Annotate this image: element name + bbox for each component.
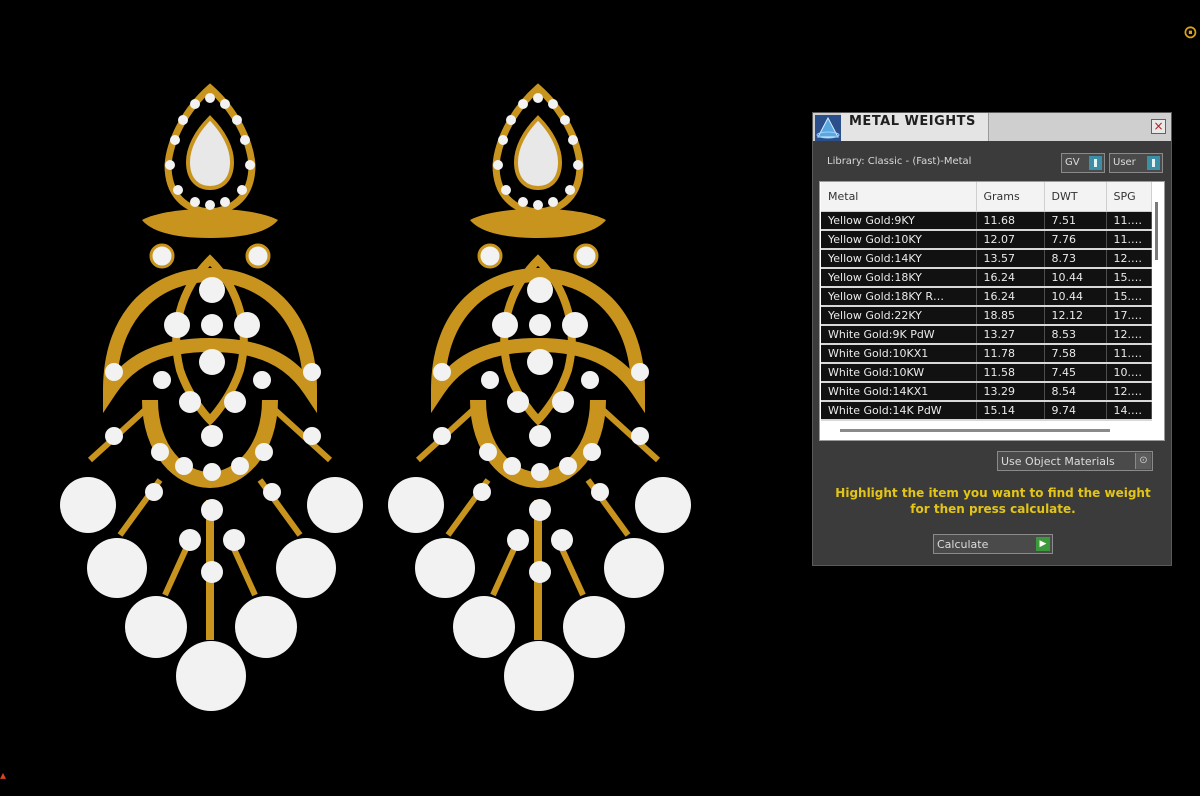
orbit-icon[interactable]: ⊙ bbox=[1183, 22, 1198, 43]
close-icon[interactable]: × bbox=[1151, 119, 1166, 134]
metal-cell: Yellow Gold:22KY bbox=[821, 306, 977, 326]
spg-cell: 14.37 bbox=[1106, 401, 1152, 421]
column-header-spg[interactable]: SPG bbox=[1106, 182, 1152, 212]
toggle-icon bbox=[1089, 156, 1102, 170]
grams-cell: 12.07 bbox=[976, 230, 1045, 250]
horizontal-scrollbar[interactable] bbox=[840, 429, 1110, 432]
grams-cell: 13.57 bbox=[976, 249, 1045, 269]
table-row[interactable]: Yellow Gold:9KY 11.68 7.51 11.08 bbox=[821, 211, 1152, 231]
spg-cell: 15.41 bbox=[1106, 268, 1152, 288]
table-row[interactable]: White Gold:14K PdW 15.14 9.74 14.37 bbox=[821, 401, 1152, 421]
metal-cell: White Gold:10KW bbox=[821, 363, 977, 383]
spg-cell: 11.08 bbox=[1106, 211, 1152, 231]
metal-table-container[interactable]: Metal Grams DWT SPG Yellow Gold:9KY 11.68… bbox=[819, 181, 1165, 441]
metal-cell: White Gold:10KX1 bbox=[821, 344, 977, 364]
earring-render-right bbox=[388, 83, 691, 711]
user-toggle-label: User bbox=[1113, 157, 1136, 168]
earring-model bbox=[60, 83, 363, 711]
dwt-cell: 7.51 bbox=[1044, 211, 1107, 231]
table-row[interactable]: Yellow Gold:22KY 18.85 12.12 17.89 bbox=[821, 306, 1152, 326]
metal-weights-table: Metal Grams DWT SPG Yellow Gold:9KY 11.68… bbox=[821, 182, 1152, 421]
metal-weights-panel: METAL WEIGHTS × Library: Classic - (Fast… bbox=[812, 112, 1172, 566]
table-row[interactable]: White Gold:10KX1 11.78 7.58 11.18 bbox=[821, 344, 1152, 364]
grams-cell: 16.24 bbox=[976, 268, 1045, 288]
spg-cell: 12.88 bbox=[1106, 249, 1152, 269]
panel-title: METAL WEIGHTS bbox=[849, 114, 976, 129]
table-row[interactable]: Yellow Gold:18KY R… 16.24 10.44 15.41 bbox=[821, 287, 1152, 307]
play-icon: ▶ bbox=[1036, 537, 1050, 551]
dwt-cell: 12.12 bbox=[1044, 306, 1107, 326]
column-header-dwt[interactable]: DWT bbox=[1044, 182, 1107, 212]
library-label: Library: Classic - (Fast)-Metal bbox=[827, 156, 972, 167]
chevron-down-icon[interactable]: ⊙ bbox=[1135, 453, 1151, 469]
grams-cell: 18.85 bbox=[976, 306, 1045, 326]
metal-cell: White Gold:14K PdW bbox=[821, 401, 977, 421]
dwt-cell: 10.44 bbox=[1044, 268, 1107, 288]
dwt-cell: 9.74 bbox=[1044, 401, 1107, 421]
spg-cell: 12.59 bbox=[1106, 325, 1152, 345]
grams-cell: 16.24 bbox=[976, 287, 1045, 307]
earring-render-left bbox=[60, 83, 363, 711]
grams-cell: 11.78 bbox=[976, 344, 1045, 364]
spg-cell: 12.61 bbox=[1106, 382, 1152, 402]
table-row[interactable]: White Gold:9K PdW 13.27 8.53 12.59 bbox=[821, 325, 1152, 345]
table-row[interactable]: Yellow Gold:18KY 16.24 10.44 15.41 bbox=[821, 268, 1152, 288]
grams-cell: 15.14 bbox=[976, 401, 1045, 421]
toggle-icon bbox=[1147, 156, 1160, 170]
pyramid-logo-icon bbox=[815, 115, 841, 141]
column-header-grams[interactable]: Grams bbox=[976, 182, 1045, 212]
dwt-cell: 7.76 bbox=[1044, 230, 1107, 250]
material-source-label: Use Object Materials bbox=[1001, 455, 1115, 468]
spg-cell: 15.41 bbox=[1106, 287, 1152, 307]
metal-cell: Yellow Gold:14KY bbox=[821, 249, 977, 269]
grams-cell: 13.29 bbox=[976, 382, 1045, 402]
grams-cell: 11.58 bbox=[976, 363, 1045, 383]
spg-cell: 10.99 bbox=[1106, 363, 1152, 383]
column-header-metal[interactable]: Metal bbox=[821, 182, 977, 212]
metal-cell: Yellow Gold:18KY R… bbox=[821, 287, 977, 307]
grams-cell: 13.27 bbox=[976, 325, 1045, 345]
spg-cell: 17.89 bbox=[1106, 306, 1152, 326]
material-source-dropdown[interactable]: Use Object Materials ⊙ bbox=[997, 451, 1153, 471]
earring-model bbox=[388, 83, 691, 711]
table-row[interactable]: White Gold:10KW 11.58 7.45 10.99 bbox=[821, 363, 1152, 383]
table-row[interactable]: White Gold:14KX1 13.29 8.54 12.61 bbox=[821, 382, 1152, 402]
calculate-label: Calculate bbox=[937, 538, 989, 551]
dwt-cell: 8.53 bbox=[1044, 325, 1107, 345]
panel-titlebar[interactable]: METAL WEIGHTS × bbox=[813, 113, 1171, 141]
vertical-scrollbar[interactable] bbox=[1155, 202, 1158, 260]
dwt-cell: 7.58 bbox=[1044, 344, 1107, 364]
spg-cell: 11.45 bbox=[1106, 230, 1152, 250]
metal-cell: Yellow Gold:18KY bbox=[821, 268, 977, 288]
calculate-button[interactable]: Calculate ▶ bbox=[933, 534, 1053, 554]
dwt-cell: 10.44 bbox=[1044, 287, 1107, 307]
dwt-cell: 7.45 bbox=[1044, 363, 1107, 383]
table-header-row: Metal Grams DWT SPG bbox=[821, 182, 1152, 212]
grams-cell: 11.68 bbox=[976, 211, 1045, 231]
metal-cell: Yellow Gold:9KY bbox=[821, 211, 977, 231]
axis-marker-icon: ▴ bbox=[0, 768, 7, 782]
dwt-cell: 8.73 bbox=[1044, 249, 1107, 269]
metal-cell: White Gold:14KX1 bbox=[821, 382, 977, 402]
gv-toggle-label: GV bbox=[1065, 157, 1080, 168]
table-row[interactable]: Yellow Gold:14KY 13.57 8.73 12.88 bbox=[821, 249, 1152, 269]
user-toggle[interactable]: User bbox=[1109, 153, 1163, 173]
metal-cell: White Gold:9K PdW bbox=[821, 325, 977, 345]
instruction-text: Highlight the item you want to find the … bbox=[835, 486, 1151, 516]
gv-toggle[interactable]: GV bbox=[1061, 153, 1105, 173]
dwt-cell: 8.54 bbox=[1044, 382, 1107, 402]
spg-cell: 11.18 bbox=[1106, 344, 1152, 364]
metal-cell: Yellow Gold:10KY bbox=[821, 230, 977, 250]
table-row[interactable]: Yellow Gold:10KY 12.07 7.76 11.45 bbox=[821, 230, 1152, 250]
